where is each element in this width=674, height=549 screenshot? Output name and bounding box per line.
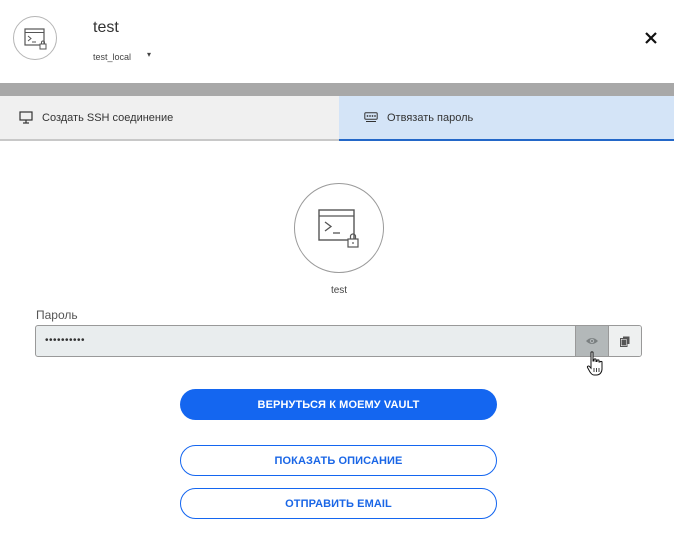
item-title: test [93,19,119,36]
show-description-button[interactable]: ПОКАЗАТЬ ОПИСАНИЕ [180,445,497,476]
tab-unlink-password[interactable]: Отвязать пароль [339,96,674,141]
terminal-lock-icon [24,28,47,50]
password-field [35,325,642,357]
header: test test_local ▾ [0,0,674,83]
divider-band [0,83,674,96]
item-name: test [330,285,348,296]
tab-bar: Создать SSH соединение Отвязать пароль [0,96,674,141]
item-avatar [13,16,57,60]
tab-unlink-password-label: Отвязать пароль [387,111,474,124]
tab-create-ssh[interactable]: Создать SSH соединение [0,96,339,141]
copy-password-button[interactable] [608,326,641,356]
close-icon [645,32,657,44]
tab-create-ssh-label: Создать SSH соединение [42,111,174,124]
monitor-icon [19,111,33,124]
item-large-avatar [294,183,384,273]
item-subtitle: test_local [93,52,132,62]
password-label: Пароль [36,308,78,322]
password-input[interactable] [45,326,565,356]
copy-icon [620,336,630,347]
eye-icon [586,338,598,344]
password-icon [364,112,378,122]
terminal-lock-icon [318,209,359,248]
send-email-button[interactable]: ОТПРАВИТЬ EMAIL [180,488,497,519]
hand-cursor-icon [586,351,603,376]
close-button[interactable] [640,27,662,49]
back-to-vault-button[interactable]: ВЕРНУТЬСЯ К МОЕМУ VAULT [180,389,497,420]
caret-down-icon[interactable]: ▾ [147,50,151,59]
